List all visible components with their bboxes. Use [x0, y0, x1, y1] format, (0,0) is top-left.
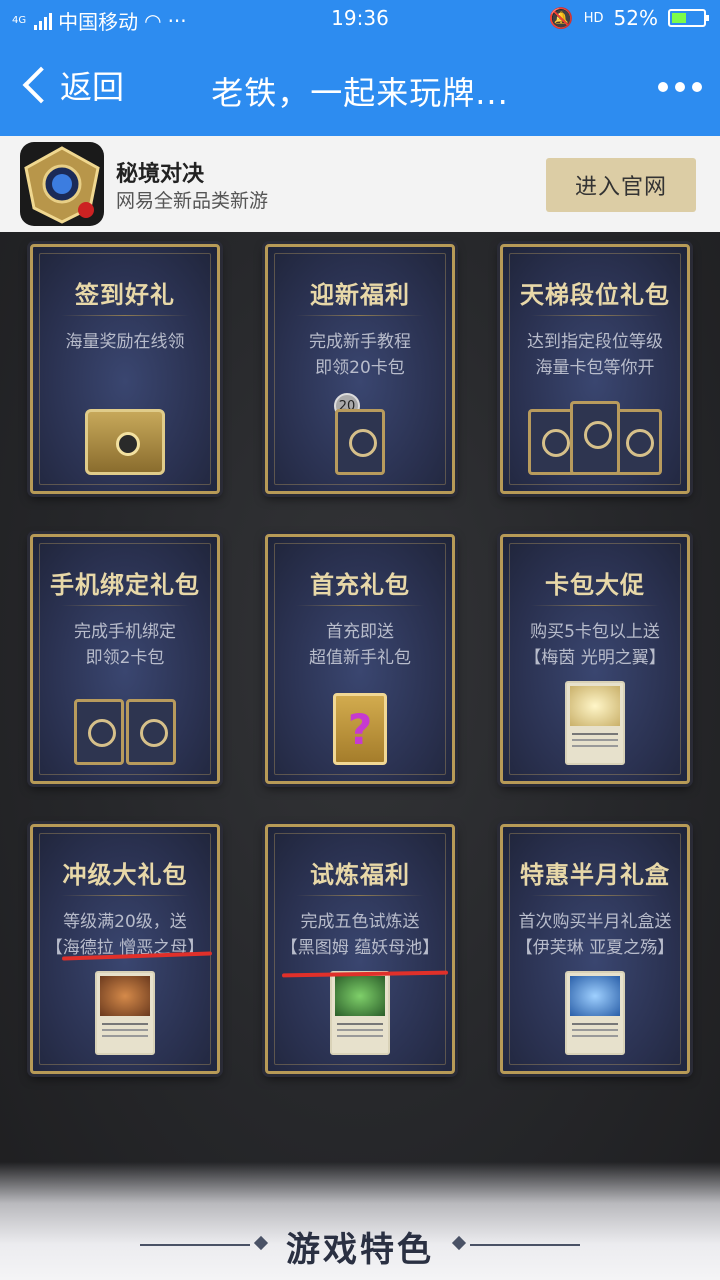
gift-card-newbie[interactable]: 迎新福利 完成新手教程 即领20卡包 20 [265, 244, 455, 494]
back-label: 返回 [60, 68, 125, 106]
card-desc-line: 等级满20级，送 [63, 912, 187, 932]
section-divider-right [470, 1244, 580, 1246]
enter-website-button[interactable]: 进入官网 [546, 158, 696, 212]
hero-card-icon [95, 971, 155, 1055]
card-pack-icon [335, 409, 385, 475]
app-name: 秘境对决 [116, 162, 205, 187]
card-title: 卡包大促 [545, 571, 645, 599]
treasure-chest-icon [85, 409, 165, 475]
card-desc-line: 完成五色试炼送 [300, 912, 420, 932]
hero-card-icon [565, 681, 625, 765]
card-desc-line: 完成手机绑定 [74, 622, 176, 642]
gift-card-pack-sale[interactable]: 卡包大促 购买5卡包以上送 【梅茵 光明之翼】 [500, 534, 690, 784]
app-banner: 秘境对决 网易全新品类新游 进入官网 [0, 136, 720, 232]
mute-bell-icon: 🔕 [548, 6, 574, 30]
card-title: 首充礼包 [310, 571, 410, 599]
gift-card-ladder[interactable]: 天梯段位礼包 达到指定段位等级 海量卡包等你开 [500, 244, 690, 494]
mystery-box-icon: ? [333, 693, 387, 765]
card-desc-line: 首次购买半月礼盒送 [518, 912, 672, 932]
hero-card-icon [330, 971, 390, 1055]
card-desc-line: 达到指定段位等级 [527, 332, 663, 352]
card-title: 迎新福利 [310, 281, 410, 309]
status-bar: 4G 中国移动 ◠ ··· 19:36 🔕 HD 52% [0, 0, 720, 38]
app-logo [20, 142, 104, 226]
card-desc-line: 首充即送 [326, 622, 394, 642]
card-desc-line: 即领2卡包 [85, 648, 165, 668]
card-desc-line: 【梅茵 光明之翼】 [524, 648, 666, 668]
more-icon[interactable] [658, 82, 702, 92]
hd-call-icon: HD [583, 10, 604, 26]
battery-percent: 52% [613, 6, 658, 30]
card-desc-line: 海量卡包等你开 [535, 358, 655, 378]
card-desc-line: 即领20卡包 [315, 358, 405, 378]
app-desc: 网易全新品类新游 [116, 190, 269, 212]
back-button[interactable]: 返回 [16, 62, 124, 108]
card-title: 特惠半月礼盒 [520, 861, 670, 889]
hero-card-icon [565, 971, 625, 1055]
nav-bar: 返回 老铁，一起来玩牌... [0, 38, 720, 136]
battery-fill [672, 13, 686, 23]
battery-icon [668, 9, 709, 27]
section-title: 游戏特色 [286, 1230, 434, 1270]
gift-card-first-charge[interactable]: 首充礼包 首充即送 超值新手礼包 ? [265, 534, 455, 784]
card-desc-line: 【伊芙琳 亚夏之殇】 [515, 938, 675, 958]
page-title: 老铁，一起来玩牌... [211, 74, 509, 112]
card-desc-line: 【黑图姆 蕴妖母池】 [280, 938, 440, 958]
card-title: 天梯段位礼包 [520, 281, 670, 309]
gift-card-half-month[interactable]: 特惠半月礼盒 首次购买半月礼盒送 【伊芙琳 亚夏之殇】 [500, 824, 690, 1074]
gift-card-level-up[interactable]: 冲级大礼包 等级满20级，送 【海德拉 憎恶之母】 [30, 824, 220, 1074]
card-desc-line: 海量奖励在线领 [65, 332, 185, 352]
chevron-left-icon [22, 66, 60, 104]
card-pack-icon [570, 401, 620, 475]
gift-card-phone-bind[interactable]: 手机绑定礼包 完成手机绑定 即领2卡包 [30, 534, 220, 784]
card-pack-icon [74, 699, 124, 765]
card-title: 试炼福利 [310, 861, 410, 889]
card-desc-line: 购买5卡包以上送 [530, 622, 660, 642]
card-desc-line: 超值新手礼包 [309, 648, 411, 668]
gift-card-trial[interactable]: 试炼福利 完成五色试炼送 【黑图姆 蕴妖母池】 [265, 824, 455, 1074]
card-title: 冲级大礼包 [62, 861, 188, 889]
card-title: 手机绑定礼包 [50, 571, 200, 599]
card-pack-icon [126, 699, 176, 765]
card-desc-line: 完成新手教程 [309, 332, 411, 352]
card-title: 签到好礼 [75, 281, 175, 309]
clock: 19:36 [331, 6, 389, 30]
gift-card-signin[interactable]: 签到好礼 海量奖励在线领 [30, 244, 220, 494]
